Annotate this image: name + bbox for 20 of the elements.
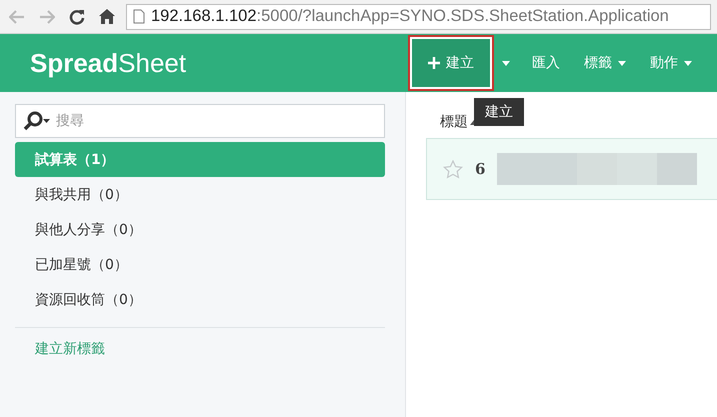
page-icon xyxy=(133,9,145,24)
caret-icon xyxy=(684,60,692,66)
tooltip: 建立 xyxy=(474,98,524,126)
search-field[interactable]: 搜尋 xyxy=(15,104,385,138)
sidebar-item[interactable]: 與我共用（0） xyxy=(15,177,385,212)
caret-icon xyxy=(502,60,510,66)
url-path: :5000/?launchApp=SYNO.SDS.SheetStation.Application xyxy=(256,7,669,25)
plus-icon xyxy=(428,57,440,69)
address-bar[interactable]: 192.168.1.102:5000/?launchApp=SYNO.SDS.SheetStation.Application xyxy=(126,4,711,30)
caret-icon xyxy=(618,60,626,66)
sidebar-item[interactable]: 與他人分享（0） xyxy=(15,212,385,247)
app-logo: SpreadSheet xyxy=(29,48,188,78)
create-button[interactable]: 建立 xyxy=(410,37,492,89)
column-header[interactable]: 標題 xyxy=(440,113,468,131)
file-title: 6 xyxy=(475,160,486,178)
star-icon[interactable] xyxy=(443,160,463,178)
file-row[interactable]: 6 xyxy=(426,138,717,200)
url-host: 192.168.1.102 xyxy=(151,7,257,25)
sidebar-item[interactable]: 資源回收筒（0） xyxy=(15,282,385,317)
sidebar-item[interactable]: 已加星號（0） xyxy=(15,247,385,282)
